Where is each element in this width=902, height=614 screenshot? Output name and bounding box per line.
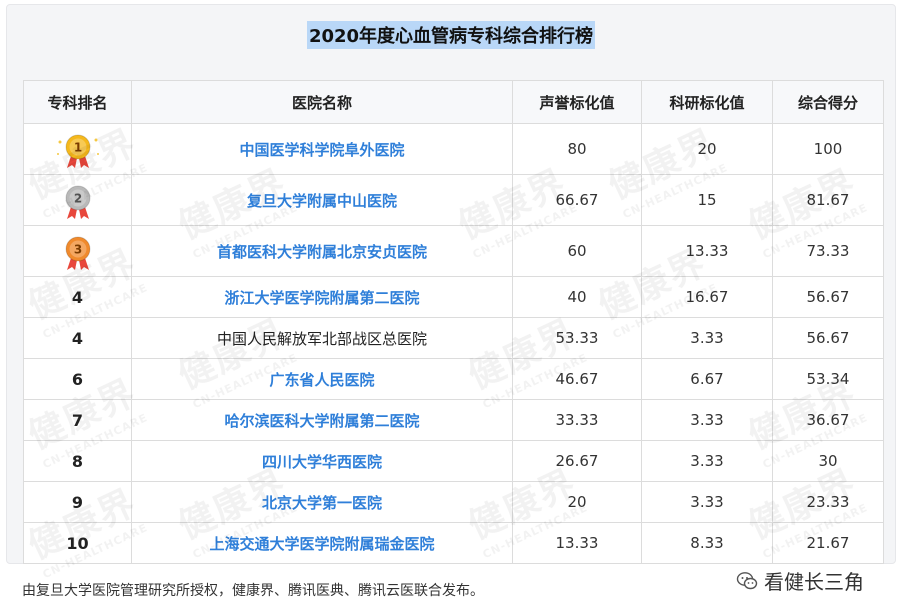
cell-research: 16.67 — [641, 276, 773, 318]
rank-number: 7 — [71, 410, 84, 430]
cell-hospital[interactable]: 上海交通大学医学院附属瑞金医院 — [131, 522, 513, 564]
cell-research: 13.33 — [641, 225, 773, 277]
cell-rank: 7 — [23, 399, 132, 441]
gold-medal-icon: 1 — [56, 134, 99, 168]
cell-reputation: 20 — [512, 481, 642, 523]
header-rank: 专科排名 — [23, 80, 132, 124]
table-row: 4 浙江大学医学院附属第二医院 40 16.67 56.67 — [23, 276, 884, 318]
header-reputation: 声誉标化值 — [512, 80, 642, 124]
cell-reputation: 46.67 — [512, 358, 642, 400]
hospital-link[interactable]: 哈尔滨医科大学附属第二医院 — [224, 412, 419, 430]
cell-total: 100 — [772, 123, 884, 175]
table-row: 4 中国人民解放军北部战区总医院 53.33 3.33 56.67 — [23, 317, 884, 359]
cell-rank: 3 — [23, 225, 132, 277]
cell-reputation: 40 — [512, 276, 642, 318]
title-bar: 2020年度心血管病专科综合排行榜 — [7, 5, 895, 65]
cell-hospital[interactable]: 中国医学科学院阜外医院 — [131, 123, 513, 175]
footer-note: 由复旦大学医院管理研究所授权，健康界、腾讯医典、腾讯云医联合发布。 — [22, 583, 484, 599]
hospital-link[interactable]: 首都医科大学附属北京安贞医院 — [217, 243, 427, 261]
table-row: 8 四川大学华西医院 26.67 3.33 30 — [23, 440, 884, 482]
rank-number: 6 — [71, 369, 84, 389]
table-row: 2 复旦大学附属中山医院 66.67 15 81.67 — [23, 174, 884, 226]
hospital-link[interactable]: 北京大学第一医院 — [262, 494, 382, 512]
hospital-link[interactable]: 上海交通大学医学院附属瑞金医院 — [209, 535, 434, 553]
cell-rank: 8 — [23, 440, 132, 482]
cell-total: 73.33 — [772, 225, 884, 277]
cell-research: 3.33 — [641, 481, 773, 523]
ranking-card: 2020年度心血管病专科综合排行榜 专科排名 医院名称 声誉标化值 科研标化值 … — [6, 4, 896, 581]
cell-rank: 6 — [23, 358, 132, 400]
rank-number: 10 — [66, 533, 89, 553]
rank-number: 4 — [71, 328, 84, 348]
cell-research: 6.67 — [641, 358, 773, 400]
hospital-link[interactable]: 四川大学华西医院 — [262, 453, 382, 471]
hospital-link[interactable]: 中国医学科学院阜外医院 — [239, 141, 404, 159]
cell-research: 3.33 — [641, 440, 773, 482]
cell-research: 3.33 — [641, 317, 773, 359]
cell-hospital[interactable]: 北京大学第一医院 — [131, 481, 513, 523]
cell-hospital: 中国人民解放军北部战区总医院 — [131, 317, 513, 359]
wechat-icon — [736, 571, 758, 589]
cell-total: 36.67 — [772, 399, 884, 441]
rank-number: 9 — [71, 492, 84, 512]
header-hospital: 医院名称 — [131, 80, 513, 124]
cell-hospital[interactable]: 哈尔滨医科大学附属第二医院 — [131, 399, 513, 441]
cell-rank: 10 — [23, 522, 132, 564]
cell-total: 53.34 — [772, 358, 884, 400]
cell-total: 23.33 — [772, 481, 884, 523]
cell-reputation: 66.67 — [512, 174, 642, 226]
table-row: 7 哈尔滨医科大学附属第二医院 33.33 3.33 36.67 — [23, 399, 884, 441]
hospital-link[interactable]: 复旦大学附属中山医院 — [247, 192, 397, 210]
ranking-table: 专科排名 医院名称 声誉标化值 科研标化值 综合得分 1 中国医学科学院阜外医院 8… — [23, 80, 884, 564]
cell-reputation: 26.67 — [512, 440, 642, 482]
cell-total: 56.67 — [772, 276, 884, 318]
cell-reputation: 53.33 — [512, 317, 642, 359]
brand-signature: 看健长三角 — [736, 566, 864, 595]
brand-name: 看健长三角 — [764, 570, 864, 594]
header-total: 综合得分 — [772, 80, 884, 124]
cell-research: 8.33 — [641, 522, 773, 564]
cell-research: 20 — [641, 123, 773, 175]
hospital-link[interactable]: 浙江大学医学院附属第二医院 — [224, 289, 419, 307]
cell-rank: 4 — [23, 276, 132, 318]
cell-hospital[interactable]: 广东省人民医院 — [131, 358, 513, 400]
cell-reputation: 80 — [512, 123, 642, 175]
cell-research: 3.33 — [641, 399, 773, 441]
svg-text:2: 2 — [73, 192, 81, 206]
cell-total: 30 — [772, 440, 884, 482]
cell-rank: 4 — [23, 317, 132, 359]
rank-number: 8 — [71, 451, 84, 471]
cell-reputation: 33.33 — [512, 399, 642, 441]
cell-hospital[interactable]: 四川大学华西医院 — [131, 440, 513, 482]
hospital-name: 中国人民解放军北部战区总医院 — [216, 329, 427, 348]
cell-hospital[interactable]: 复旦大学附属中山医院 — [131, 174, 513, 226]
cell-research: 15 — [641, 174, 773, 226]
table-header-row: 专科排名 医院名称 声誉标化值 科研标化值 综合得分 — [23, 80, 884, 124]
table-row: 1 中国医学科学院阜外医院 80 20 100 — [23, 123, 884, 175]
cell-rank: 9 — [23, 481, 132, 523]
cell-total: 81.67 — [772, 174, 884, 226]
svg-text:1: 1 — [73, 141, 81, 155]
cell-total: 56.67 — [772, 317, 884, 359]
cell-rank: 2 — [23, 174, 132, 226]
ranking-table-wrapper: 专科排名 医院名称 声誉标化值 科研标化值 综合得分 1 中国医学科学院阜外医院 8… — [23, 80, 884, 564]
rank-number: 4 — [71, 287, 84, 307]
silver-medal-icon: 2 — [65, 185, 90, 219]
cell-reputation: 13.33 — [512, 522, 642, 564]
table-body: 1 中国医学科学院阜外医院 80 20 100 2 复旦大学附属中山医院 66.67 15 81.… — [23, 123, 884, 564]
cell-hospital[interactable]: 首都医科大学附属北京安贞医院 — [131, 225, 513, 277]
cell-rank: 1 — [23, 123, 132, 175]
bronze-medal-icon: 3 — [65, 236, 90, 270]
cell-hospital[interactable]: 浙江大学医学院附属第二医院 — [131, 276, 513, 318]
cell-reputation: 60 — [512, 225, 642, 277]
page-title: 2020年度心血管病专科综合排行榜 — [306, 21, 596, 49]
svg-text:3: 3 — [73, 243, 81, 257]
table-row: 6 广东省人民医院 46.67 6.67 53.34 — [23, 358, 884, 400]
table-row: 10 上海交通大学医学院附属瑞金医院 13.33 8.33 21.67 — [23, 522, 884, 564]
cell-total: 21.67 — [772, 522, 884, 564]
hospital-link[interactable]: 广东省人民医院 — [269, 371, 374, 389]
table-row: 9 北京大学第一医院 20 3.33 23.33 — [23, 481, 884, 523]
header-research: 科研标化值 — [641, 80, 773, 124]
table-row: 3 首都医科大学附属北京安贞医院 60 13.33 73.33 — [23, 225, 884, 277]
